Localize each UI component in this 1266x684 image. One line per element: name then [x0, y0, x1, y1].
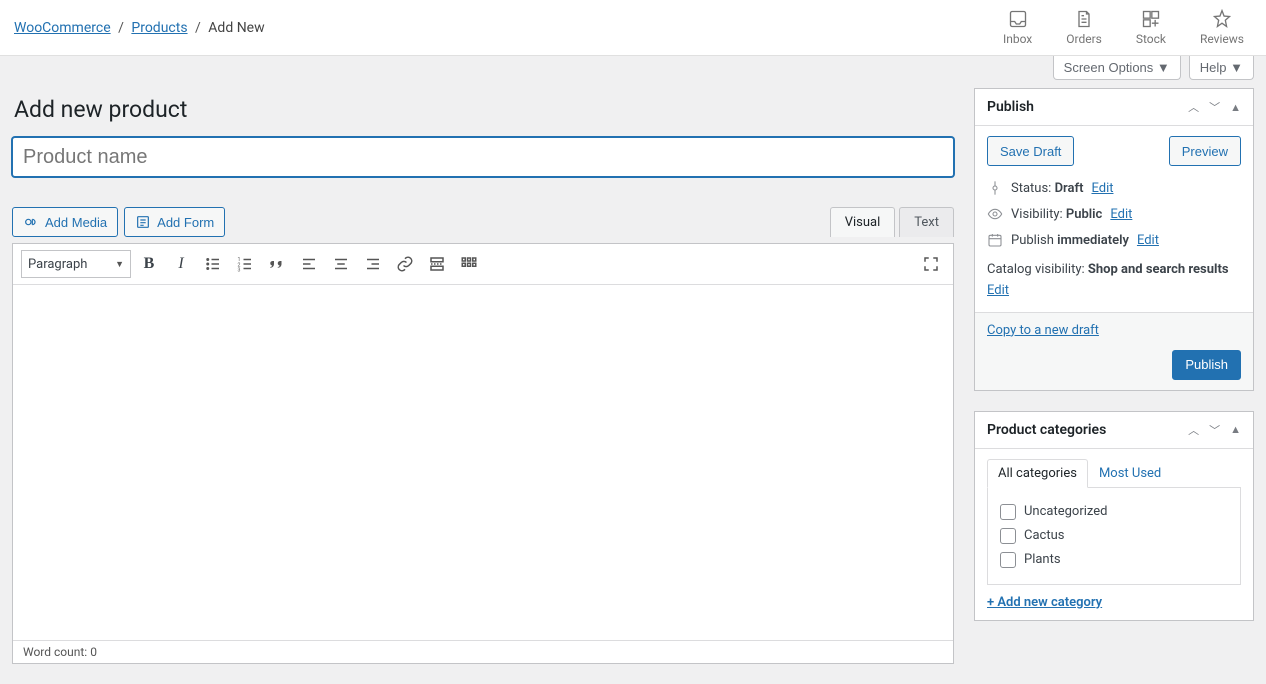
- edit-visibility-link[interactable]: Edit: [1110, 207, 1132, 222]
- toggle-panel-icon[interactable]: ▲: [1230, 101, 1241, 114]
- move-down-icon[interactable]: ﹀: [1209, 422, 1220, 438]
- editor-box: Paragraph▼ B I 123: [12, 243, 954, 664]
- align-left-button[interactable]: [295, 250, 323, 278]
- align-right-button[interactable]: [359, 250, 387, 278]
- editor-canvas[interactable]: [13, 285, 953, 640]
- help-toggle[interactable]: Help ▼: [1189, 56, 1254, 80]
- orders-icon: [1074, 9, 1094, 29]
- category-label: Plants: [1024, 552, 1061, 567]
- publish-button[interactable]: Publish: [1172, 350, 1241, 380]
- tab-all-categories[interactable]: All categories: [987, 459, 1088, 488]
- category-item: Cactus: [1000, 524, 1228, 548]
- toolbar-toggle-button[interactable]: [455, 250, 483, 278]
- eye-icon: [987, 206, 1003, 222]
- visibility-row: Visibility: Public Edit: [987, 206, 1241, 222]
- breadcrumb-current: Add New: [208, 20, 264, 36]
- copy-to-draft-link[interactable]: Copy to a new draft: [987, 323, 1099, 338]
- product-name-input[interactable]: [12, 137, 954, 177]
- move-up-icon[interactable]: ︿: [1188, 422, 1199, 438]
- form-icon: [135, 214, 151, 230]
- add-new-category-link[interactable]: + Add new category: [987, 595, 1102, 610]
- breadcrumb-woocommerce[interactable]: WooCommerce: [14, 20, 111, 36]
- bold-button[interactable]: B: [135, 250, 163, 278]
- category-label: Uncategorized: [1024, 504, 1107, 519]
- align-center-button[interactable]: [327, 250, 355, 278]
- add-media-button[interactable]: Add Media: [12, 207, 118, 237]
- reviews-icon: [1212, 9, 1232, 29]
- bullet-list-button[interactable]: [199, 250, 227, 278]
- categories-box-title: Product categories: [987, 422, 1106, 438]
- svg-text:3: 3: [238, 268, 241, 274]
- edit-schedule-link[interactable]: Edit: [1137, 233, 1159, 248]
- fullscreen-button[interactable]: [917, 250, 945, 278]
- publish-box: Publish ︿ ﹀ ▲ Save Draft Preview Status:…: [974, 88, 1254, 391]
- top-bar: WooCommerce / Products / Add New Inbox O…: [0, 0, 1266, 56]
- pin-icon: [987, 180, 1003, 196]
- edit-catalog-link[interactable]: Edit: [987, 283, 1009, 298]
- screen-meta: Screen Options ▼ Help ▼: [0, 56, 1266, 80]
- edit-status-link[interactable]: Edit: [1091, 181, 1113, 196]
- italic-button[interactable]: I: [167, 250, 195, 278]
- page-title: Add new product: [14, 96, 954, 123]
- save-draft-button[interactable]: Save Draft: [987, 136, 1074, 166]
- editor-toolbar: Paragraph▼ B I 123: [13, 244, 953, 285]
- tab-most-used[interactable]: Most Used: [1088, 459, 1172, 488]
- move-down-icon[interactable]: ﹀: [1209, 99, 1220, 115]
- category-list: Uncategorized Cactus Plants: [1000, 500, 1228, 572]
- toggle-panel-icon[interactable]: ▲: [1230, 423, 1241, 436]
- categories-box: Product categories ︿ ﹀ ▲ All categories …: [974, 411, 1254, 621]
- activity-stock[interactable]: Stock: [1136, 9, 1166, 46]
- stock-icon: [1141, 9, 1161, 29]
- category-label: Cactus: [1024, 528, 1064, 543]
- calendar-icon: [987, 232, 1003, 248]
- activity-inbox[interactable]: Inbox: [1003, 9, 1032, 46]
- media-icon: [23, 214, 39, 230]
- add-form-button[interactable]: Add Form: [124, 207, 225, 237]
- category-item: Uncategorized: [1000, 500, 1228, 524]
- breadcrumb-products[interactable]: Products: [131, 20, 187, 36]
- category-checkbox-plants[interactable]: [1000, 552, 1016, 568]
- activity-orders[interactable]: Orders: [1066, 9, 1102, 46]
- category-checkbox-cactus[interactable]: [1000, 528, 1016, 544]
- publish-box-title: Publish: [987, 99, 1034, 115]
- blockquote-button[interactable]: [263, 250, 291, 278]
- tab-text[interactable]: Text: [899, 207, 954, 237]
- preview-button[interactable]: Preview: [1169, 136, 1241, 166]
- status-row: Status: Draft Edit: [987, 180, 1241, 196]
- editor-status-bar: Word count: 0: [13, 640, 953, 663]
- read-more-button[interactable]: [423, 250, 451, 278]
- activity-reviews[interactable]: Reviews: [1200, 9, 1244, 46]
- format-select[interactable]: Paragraph▼: [21, 250, 131, 278]
- breadcrumb: WooCommerce / Products / Add New: [14, 20, 265, 36]
- tab-visual[interactable]: Visual: [830, 207, 896, 237]
- category-item: Plants: [1000, 548, 1228, 572]
- link-button[interactable]: [391, 250, 419, 278]
- activity-panel: Inbox Orders Stock Reviews: [1003, 9, 1244, 46]
- screen-options-toggle[interactable]: Screen Options ▼: [1053, 56, 1181, 80]
- inbox-icon: [1008, 9, 1028, 29]
- numbered-list-button[interactable]: 123: [231, 250, 259, 278]
- schedule-row: Publish immediately Edit: [987, 232, 1241, 248]
- catalog-visibility-row: Catalog visibility: Shop and search resu…: [987, 260, 1241, 302]
- move-up-icon[interactable]: ︿: [1188, 99, 1199, 115]
- category-checkbox-uncategorized[interactable]: [1000, 504, 1016, 520]
